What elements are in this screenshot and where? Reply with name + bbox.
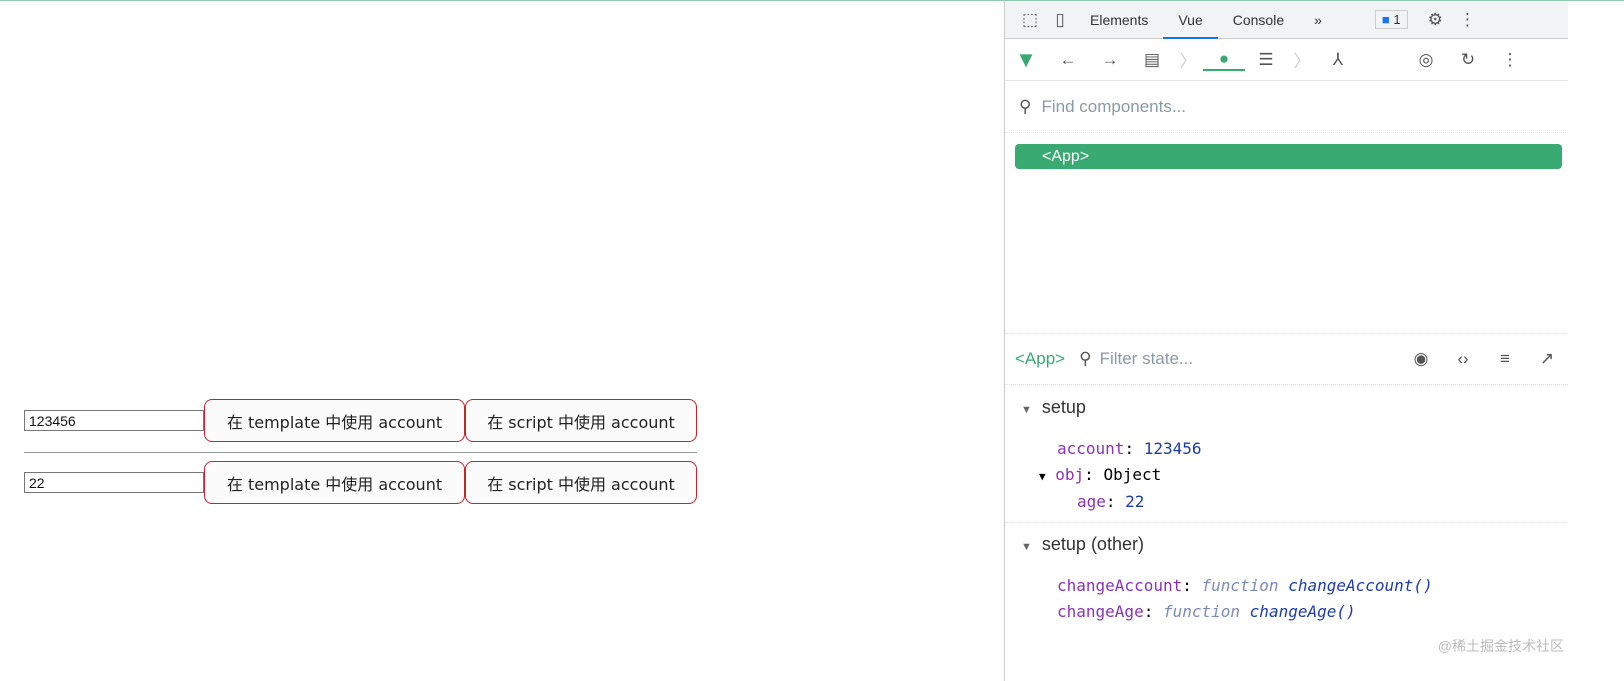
inspect-element-icon[interactable]: ⬚ bbox=[1015, 10, 1045, 30]
selected-component: <App> bbox=[1015, 349, 1066, 368]
chevron-right-icon: 〉 bbox=[1179, 52, 1197, 71]
function-keyword: function bbox=[1162, 602, 1241, 621]
state-key: age bbox=[1077, 492, 1106, 511]
script-account-button[interactable]: 在 script 中使用 account bbox=[465, 399, 697, 442]
devtools-tabs: ⬚ ▯ Elements Vue Console » ■ 1 ⚙ ⋮ bbox=[1005, 1, 1568, 39]
state-value[interactable]: 123456 bbox=[1144, 439, 1202, 458]
setup-other-section: ▼ setup (other) changeAccount: function … bbox=[1005, 534, 1568, 621]
search-icon: ⚲ bbox=[1079, 349, 1092, 368]
age-input[interactable] bbox=[24, 472, 204, 493]
plugins-icon[interactable]: ⅄ bbox=[1317, 50, 1359, 70]
code-icon[interactable]: ‹› bbox=[1442, 349, 1484, 369]
component-tree-item-app[interactable]: <App> bbox=[1015, 144, 1562, 169]
state-value: Object bbox=[1103, 465, 1162, 484]
watermark: @稀土掘金技术社区 bbox=[1437, 638, 1564, 654]
vue-toolbar: ▼ ← → ▤ 〉 ● ☰ 〉 ⅄ ◎ ↻ ⋮ bbox=[1005, 39, 1568, 81]
account-row: 在 template 中使用 account 在 script 中使用 acco… bbox=[24, 399, 697, 442]
state-key: changeAge bbox=[1057, 602, 1144, 621]
search-icon: ⚲ bbox=[1019, 96, 1032, 116]
devtools-panel: ⬚ ▯ Elements Vue Console » ■ 1 ⚙ ⋮ ▼ ← →… bbox=[1004, 1, 1568, 681]
template-age-button[interactable]: 在 template 中使用 account bbox=[204, 461, 465, 504]
find-components: ⚲ Find components... bbox=[1005, 81, 1568, 133]
more-options-icon[interactable]: ⋮ bbox=[1489, 50, 1531, 70]
setup-toggle[interactable]: ▼ setup bbox=[1005, 397, 1568, 418]
caret-down-icon: ▼ bbox=[1021, 404, 1032, 416]
tab-console[interactable]: Console bbox=[1218, 1, 1299, 39]
chevron-right-icon: 〉 bbox=[1293, 52, 1311, 71]
state-header: <App> ⚲ Filter state... ◉ ‹› ≡ ↗ bbox=[1005, 333, 1568, 385]
back-arrow-icon[interactable]: ← bbox=[1047, 50, 1089, 70]
app-page: 在 template 中使用 account 在 script 中使用 acco… bbox=[0, 1, 1004, 681]
function-name: changeAccount() bbox=[1288, 576, 1433, 595]
menu-icon[interactable]: ⋮ bbox=[1459, 10, 1476, 30]
state-key: obj bbox=[1055, 465, 1085, 484]
script-age-button[interactable]: 在 script 中使用 account bbox=[465, 461, 697, 504]
components-compass-icon[interactable]: ● bbox=[1203, 49, 1245, 71]
find-components-input[interactable]: Find components... bbox=[1041, 97, 1186, 117]
setup-other-toggle[interactable]: ▼ setup (other) bbox=[1005, 534, 1568, 555]
function-keyword: function bbox=[1201, 576, 1279, 595]
account-input[interactable] bbox=[24, 410, 204, 431]
app-selector-icon[interactable]: ▤ bbox=[1131, 50, 1173, 70]
refresh-icon[interactable]: ↻ bbox=[1447, 50, 1489, 70]
tab-elements[interactable]: Elements bbox=[1075, 1, 1163, 39]
eye-icon[interactable]: ◉ bbox=[1400, 349, 1442, 369]
issues-count: 1 bbox=[1393, 12, 1401, 27]
more-tabs-button[interactable]: » bbox=[1299, 1, 1337, 39]
message-icon: ■ bbox=[1381, 12, 1390, 27]
forward-arrow-icon[interactable]: → bbox=[1089, 50, 1131, 70]
state-key: account bbox=[1057, 439, 1125, 458]
age-row: 在 template 中使用 account 在 script 中使用 acco… bbox=[24, 461, 697, 504]
timeline-icon[interactable]: ☰ bbox=[1245, 50, 1287, 70]
issues-badge[interactable]: ■ 1 bbox=[1374, 10, 1408, 29]
collapse-list-icon[interactable]: ≡ bbox=[1484, 349, 1526, 369]
caret-down-icon[interactable]: ▼ bbox=[1039, 470, 1046, 483]
gear-icon[interactable]: ⚙ bbox=[1428, 10, 1443, 30]
device-toolbar-icon[interactable]: ▯ bbox=[1045, 10, 1075, 30]
function-name: changeAge() bbox=[1249, 602, 1356, 621]
tab-vue[interactable]: Vue bbox=[1163, 1, 1218, 39]
state-value[interactable]: 22 bbox=[1125, 492, 1144, 511]
setup-section: ▼ setup account: 123456 ▼ obj: Object ag… bbox=[1005, 397, 1568, 523]
divider bbox=[24, 452, 697, 453]
open-external-icon[interactable]: ↗ bbox=[1526, 349, 1568, 369]
caret-down-icon: ▼ bbox=[1021, 541, 1032, 553]
vue-logo-icon: ▼ bbox=[1015, 46, 1037, 72]
state-key: changeAccount bbox=[1057, 576, 1183, 595]
filter-state-input[interactable]: Filter state... bbox=[1100, 349, 1400, 369]
template-account-button[interactable]: 在 template 中使用 account bbox=[204, 399, 465, 442]
target-select-icon[interactable]: ◎ bbox=[1405, 50, 1447, 70]
